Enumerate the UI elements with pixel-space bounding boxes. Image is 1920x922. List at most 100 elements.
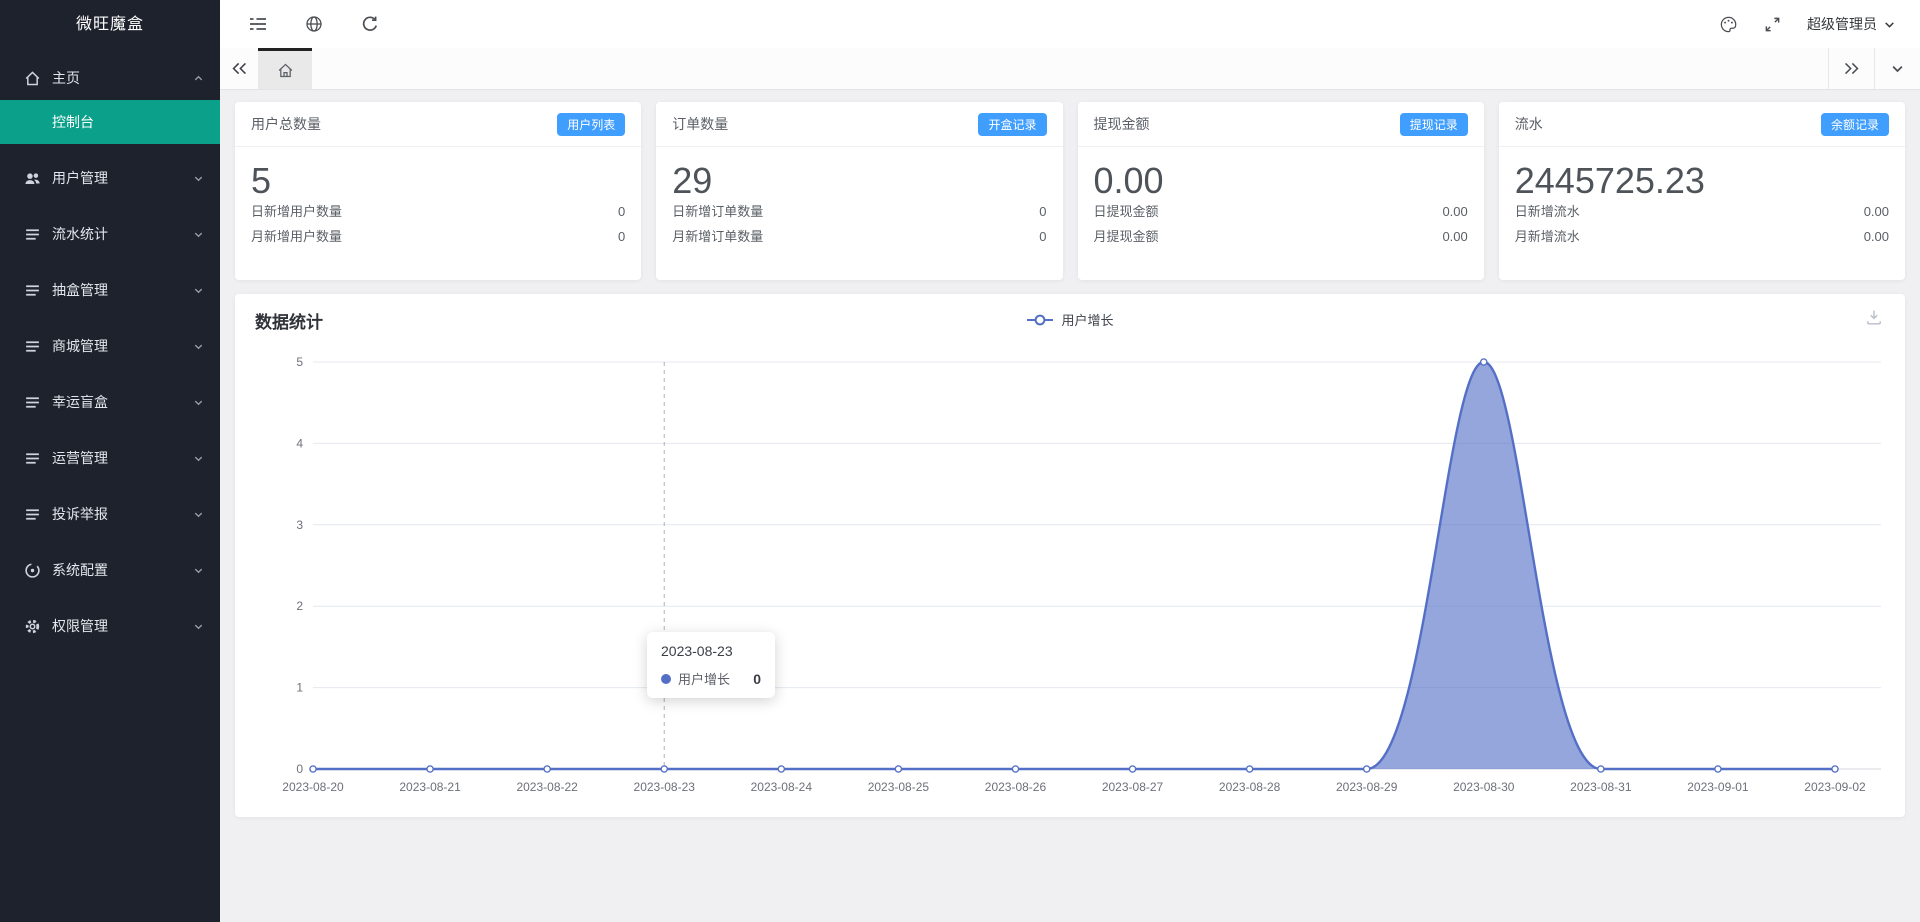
card-value: 2445725.23 — [1514, 160, 1705, 201]
card-row: 日新增用户数量 0 — [251, 204, 626, 219]
svg-text:2: 2 — [296, 599, 303, 613]
stat-card-orders: 订单数量 开盒记录 29 日新增订单数量 0 月新增订单数量 0 — [656, 102, 1063, 280]
card-value: 0.00 — [1093, 160, 1164, 201]
admin-label: 超级管理员 — [1807, 16, 1877, 32]
chevron-up-icon — [194, 75, 203, 80]
card-row: 月新增流水 0.00 — [1514, 229, 1889, 244]
svg-text:2023-08-28: 2023-08-28 — [1219, 780, 1281, 794]
sidebar-subitem-label: 控制台 — [52, 114, 94, 130]
list-icon — [26, 228, 39, 240]
sidebar-item-mall-management[interactable]: 商城管理 — [0, 324, 220, 368]
sidebar-item-label: 商城管理 — [52, 338, 108, 354]
sidebar-item-label: 主页 — [52, 70, 80, 86]
card-row: 月提现金额 0.00 — [1093, 229, 1468, 244]
sidebar-item-label: 幸运盲盒 — [52, 394, 108, 410]
tab-bar — [220, 48, 1920, 90]
chevron-down-icon — [194, 512, 203, 517]
svg-text:2023-08-29: 2023-08-29 — [1336, 780, 1398, 794]
gear-icon — [25, 619, 40, 633]
sidebar-item-complaints[interactable]: 投诉举报 — [0, 492, 220, 536]
sidebar-item-system-config[interactable]: 系统配置 — [0, 548, 220, 592]
tooltip-series-dot — [661, 673, 671, 684]
card-badge-open-box-records[interactable]: 开盒记录 — [978, 112, 1047, 136]
svg-text:2023-08-22: 2023-08-22 — [516, 780, 578, 794]
sidebar-item-label: 运营管理 — [52, 450, 108, 466]
dashboard-content: 用户总数量 用户列表 5 日新增用户数量 0 月新增用户数量 0 订单数量 开盒记录… — [220, 90, 1920, 922]
sidebar-item-home[interactable]: 主页 — [0, 56, 220, 100]
palette-icon — [1720, 16, 1737, 32]
download-icon — [1867, 310, 1881, 325]
card-badge-withdraw-records[interactable]: 提现记录 — [1399, 112, 1468, 136]
tabs-scroll-left-button[interactable] — [220, 48, 258, 89]
admin-dropdown[interactable]: 超级管理员 — [1807, 14, 1896, 34]
svg-text:1: 1 — [296, 681, 303, 695]
card-title: 用户总数量 — [251, 116, 321, 132]
list-icon — [26, 452, 39, 464]
chevron-down-icon — [194, 400, 203, 405]
tabbar-spacer — [312, 48, 1828, 89]
fullscreen-button[interactable] — [1764, 16, 1781, 33]
chevron-down-icon — [194, 344, 203, 349]
tabs-menu-button[interactable] — [1874, 48, 1920, 89]
legend-label: 用户增长 — [1061, 313, 1114, 328]
sidebar-submenu-home: 控制台 — [0, 100, 220, 144]
home-icon — [25, 70, 40, 85]
card-title: 流水 — [1514, 116, 1543, 132]
double-chevron-left-icon — [231, 62, 246, 75]
theme-button[interactable] — [1719, 15, 1738, 34]
fold-icon — [250, 18, 266, 30]
tabs-scroll-right-button[interactable] — [1828, 48, 1874, 89]
card-value: 29 — [672, 160, 713, 201]
sidebar-item-label: 投诉举报 — [52, 506, 108, 522]
svg-text:3: 3 — [296, 518, 303, 532]
chart-canvas[interactable]: 0 1 2 3 4 5 2023-08-20 2023-08-21 2023-08-22 2023… — [235, 344, 1905, 814]
chevron-down-icon — [194, 568, 203, 573]
list-icon — [26, 340, 39, 352]
sidebar-item-console[interactable]: 控制台 — [0, 100, 220, 144]
svg-text:5: 5 — [296, 355, 303, 369]
svg-text:0: 0 — [296, 762, 303, 776]
sidebar-item-user-management[interactable]: 用户管理 — [0, 156, 220, 200]
chevron-down-icon — [194, 176, 203, 181]
svg-text:2023-08-25: 2023-08-25 — [868, 780, 930, 794]
tooltip-value: 0 — [753, 670, 761, 687]
sidebar-item-label: 抽盒管理 — [52, 282, 108, 298]
sidebar-item-operations[interactable]: 运营管理 — [0, 436, 220, 480]
top-header: 超级管理员 — [220, 0, 1920, 48]
sidebar-item-label: 权限管理 — [52, 618, 108, 634]
sidebar-item-box-management[interactable]: 抽盒管理 — [0, 268, 220, 312]
language-button[interactable] — [286, 0, 342, 48]
stat-card-flow: 流水 余额记录 2445725.23 日新增流水 0.00 月新增流水 0.00 — [1498, 102, 1905, 280]
stat-card-withdrawals: 提现金额 提现记录 0.00 日提现金额 0.00 月提现金额 0.00 — [1077, 102, 1484, 280]
sidebar-item-label: 系统配置 — [52, 562, 108, 578]
app-logo: 微旺魔盒 — [75, 16, 144, 33]
chevron-down-icon — [1885, 21, 1894, 28]
refresh-button[interactable] — [342, 0, 398, 48]
download-chart-button[interactable] — [1865, 308, 1883, 331]
sidebar-menu: 主页 控制台 用户管理 流水统计 抽盒管理 商城管理 幸运盲盒 运营管理 投诉举… — [0, 56, 220, 648]
card-row: 月新增用户数量 0 — [251, 229, 626, 244]
sidebar-item-permissions[interactable]: 权限管理 — [0, 604, 220, 648]
tooltip-series-name: 用户增长 — [678, 672, 731, 687]
chart-tooltip: 2023-08-23 用户增长 0 — [647, 632, 775, 698]
card-row: 日新增流水 0.00 — [1514, 204, 1889, 219]
home-tab-icon — [278, 63, 292, 77]
sidebar-item-label: 用户管理 — [52, 170, 108, 186]
svg-text:4: 4 — [296, 436, 303, 450]
chevron-down-icon — [194, 624, 203, 629]
legend-item-user-growth[interactable]: 用户增长 — [235, 310, 1905, 329]
users-icon — [25, 172, 40, 184]
card-row: 日新增订单数量 0 — [672, 204, 1047, 219]
card-title: 订单数量 — [672, 116, 729, 132]
tab-home[interactable] — [258, 48, 312, 89]
card-row: 日提现金额 0.00 — [1093, 204, 1468, 219]
card-title: 提现金额 — [1093, 116, 1150, 132]
card-badge-user-list[interactable]: 用户列表 — [557, 112, 626, 136]
chevron-down-icon — [1892, 66, 1903, 73]
svg-text:2023-08-21: 2023-08-21 — [399, 780, 461, 794]
collapse-sidebar-button[interactable] — [230, 0, 286, 48]
card-row: 月新增订单数量 0 — [672, 229, 1047, 244]
card-badge-balance-records[interactable]: 余额记录 — [1820, 112, 1889, 136]
sidebar-item-lucky-box[interactable]: 幸运盲盒 — [0, 380, 220, 424]
sidebar-item-flow-stats[interactable]: 流水统计 — [0, 212, 220, 256]
